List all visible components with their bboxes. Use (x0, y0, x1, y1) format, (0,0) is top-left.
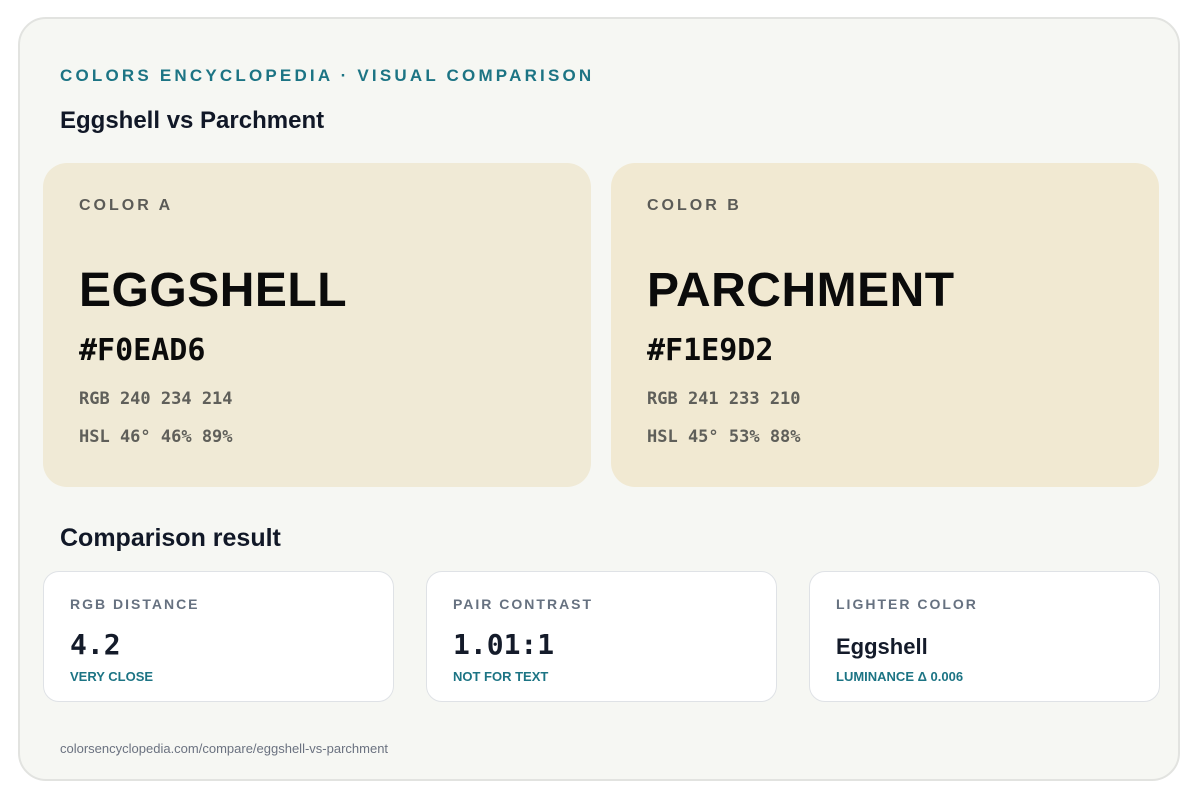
color-a-tag: COLOR A (79, 197, 174, 214)
color-a-rgb: RGB 240 234 214 (79, 389, 233, 409)
color-b-tag: COLOR B (647, 197, 742, 214)
color-a-name: EGGSHELL (79, 264, 348, 317)
color-a-swatch: COLOR A EGGSHELL #F0EAD6 RGB 240 234 214… (43, 163, 591, 487)
lighter-color-card: LIGHTER COLOR Eggshell LUMINANCE Δ 0.006 (809, 571, 1160, 702)
pair-contrast-card: PAIR CONTRAST 1.01:1 NOT FOR TEXT (426, 571, 777, 702)
metric-label: RGB DISTANCE (70, 596, 200, 612)
color-b-rgb: RGB 241 233 210 (647, 389, 801, 409)
color-b-name: PARCHMENT (647, 264, 955, 317)
comparison-section-title: Comparison result (60, 524, 281, 552)
color-a-hex: #F0EAD6 (79, 333, 206, 368)
metric-value: 1.01:1 (453, 628, 555, 661)
color-b-swatch: COLOR B PARCHMENT #F1E9D2 RGB 241 233 21… (611, 163, 1159, 487)
metric-value: 4.2 (70, 628, 121, 661)
color-b-hex: #F1E9D2 (647, 333, 774, 368)
site-eyebrow: COLORS ENCYCLOPEDIA · VISUAL COMPARISON (60, 66, 595, 85)
page-title: Eggshell vs Parchment (60, 107, 325, 134)
rgb-distance-card: RGB DISTANCE 4.2 VERY CLOSE (43, 571, 394, 702)
metric-note: NOT FOR TEXT (453, 669, 549, 684)
metric-note: VERY CLOSE (70, 669, 154, 684)
comparison-page: COLORS ENCYCLOPEDIA · VISUAL COMPARISON … (18, 17, 1180, 781)
color-a-hsl: HSL 46° 46% 89% (79, 427, 233, 447)
color-b-hsl: HSL 45° 53% 88% (647, 427, 801, 447)
metric-label: PAIR CONTRAST (453, 596, 594, 612)
metric-label: LIGHTER COLOR (836, 596, 978, 612)
metric-value: Eggshell (836, 634, 928, 659)
metric-note: LUMINANCE Δ 0.006 (836, 669, 964, 684)
source-url: colorsencyclopedia.com/compare/eggshell-… (60, 741, 389, 756)
